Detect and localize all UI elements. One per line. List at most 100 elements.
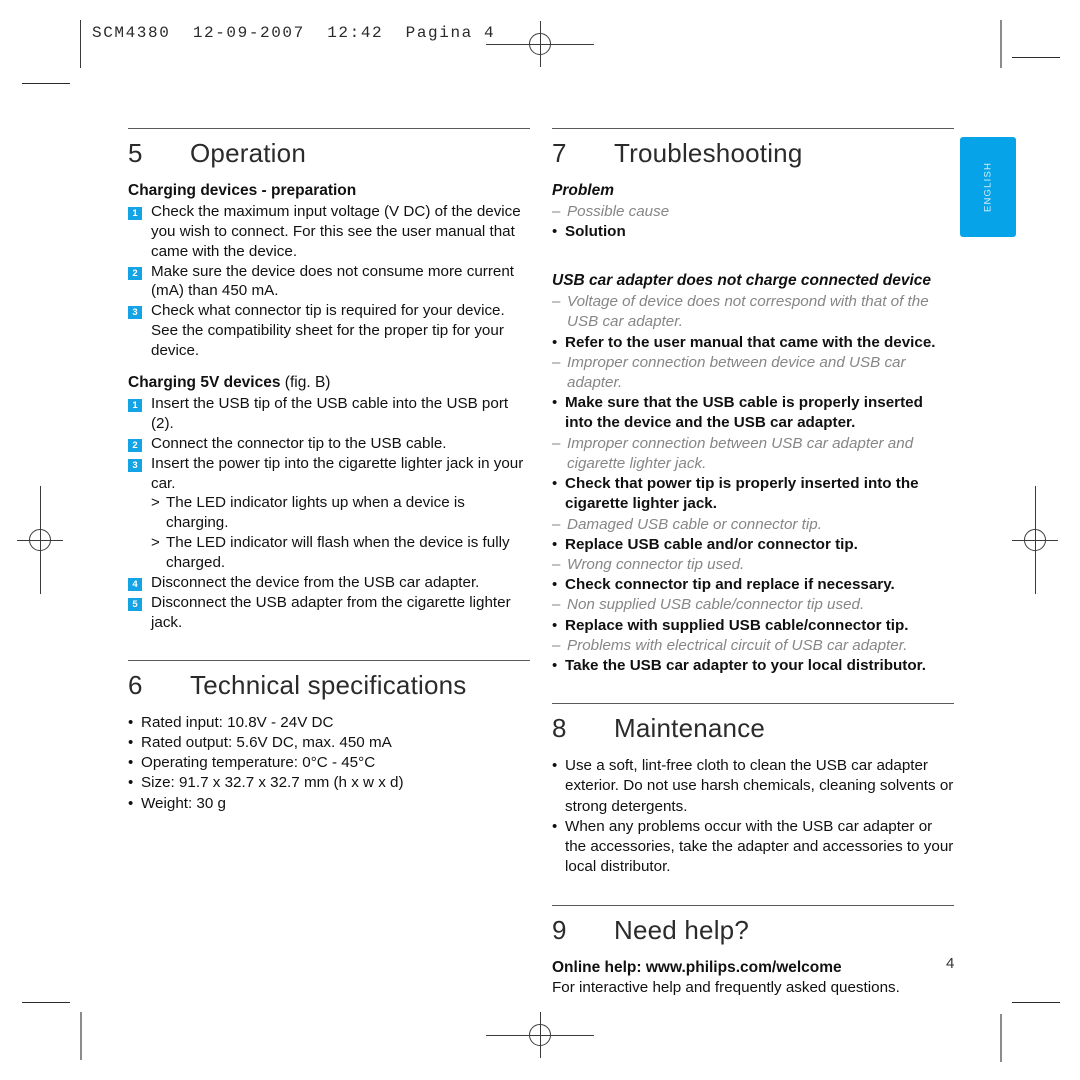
section-heading: 8 Maintenance xyxy=(552,713,954,744)
bullet-icon: • xyxy=(128,794,134,812)
solution-text: Make sure that the USB cable is properly… xyxy=(565,394,923,432)
trim-mark-top-left-horizontal xyxy=(22,83,70,84)
solution-item: • Replace with supplied USB cable/connec… xyxy=(552,616,954,636)
section-number: 5 xyxy=(128,138,143,168)
bullet-icon: • xyxy=(552,394,558,412)
online-help-heading[interactable]: Online help: www.philips.com/welcome xyxy=(552,958,954,978)
steps-preparation-list: 1 Check the maximum input voltage (V DC)… xyxy=(128,202,530,361)
bullet-icon: • xyxy=(552,817,558,835)
step-text: Check the maximum input voltage (V DC) o… xyxy=(151,202,521,260)
result-marker-icon: > xyxy=(151,494,160,512)
list-item: • Rated output: 5.6V DC, max. 450 mA xyxy=(128,733,530,753)
cause-text: Wrong connector tip used. xyxy=(567,555,745,573)
section-maintenance: 8 Maintenance • Use a soft, lint-free cl… xyxy=(552,703,954,877)
section-number: 7 xyxy=(552,138,567,168)
cause-text: Damaged USB cable or connector tip. xyxy=(567,515,822,533)
step-number-marker: 2 xyxy=(128,438,142,452)
left-column: 5 Operation Charging devices - preparati… xyxy=(128,128,530,814)
step-text: Disconnect the device from the USB car a… xyxy=(151,574,480,592)
language-tab-label: ENGLISH xyxy=(982,161,994,213)
result-marker-icon: > xyxy=(151,534,160,552)
spec-text: Rated output: 5.6V DC, max. 450 mA xyxy=(141,734,392,751)
list-item: 4 Disconnect the device from the USB car… xyxy=(128,573,530,593)
trim-mark-bottom-right-vertical xyxy=(1000,1014,1002,1062)
spec-text: Weight: 30 g xyxy=(141,794,226,812)
solution-text: Check that power tip is properly inserte… xyxy=(565,475,919,513)
dash-icon: – xyxy=(552,636,561,654)
section-number: 9 xyxy=(552,914,567,945)
step-number-marker: 2 xyxy=(128,266,142,280)
step-number-marker: 3 xyxy=(128,306,142,320)
bullet-icon: • xyxy=(552,616,558,634)
registration-mark-bottom xyxy=(486,1012,625,1058)
right-column: 7 Troubleshooting Problem – Possible cau… xyxy=(552,128,954,999)
section-operation: 5 Operation Charging devices - preparati… xyxy=(128,128,530,633)
solution-text: Take the USB car adapter to your local d… xyxy=(565,657,926,675)
dash-icon: – xyxy=(552,434,561,452)
spec-text: Size: 91.7 x 32.7 x 32.7 mm (h x w x d) xyxy=(141,774,404,792)
dash-icon: – xyxy=(552,515,561,533)
spec-text: Operating temperature: 0°C - 45°C xyxy=(141,754,376,772)
dash-icon: – xyxy=(552,202,561,220)
section-title: Need help? xyxy=(614,914,749,945)
section-divider xyxy=(552,904,954,906)
cause-item: – Wrong connector tip used. xyxy=(552,555,954,575)
cause-item: – Improper connection between device and… xyxy=(552,353,954,393)
solution-text: Refer to the user manual that came with … xyxy=(565,333,936,351)
list-item: 3 Check what connector tip is required f… xyxy=(128,301,530,361)
steps-disconnect-list: 4 Disconnect the device from the USB car… xyxy=(128,573,530,633)
step-number-marker: 1 xyxy=(128,206,142,220)
registration-mark-top xyxy=(486,21,625,67)
section-divider xyxy=(128,128,530,129)
bullet-icon: • xyxy=(552,475,558,493)
steps-5v-list: 1 Insert the USB tip of the USB cable in… xyxy=(128,394,530,494)
section-heading: 9 Need help? xyxy=(552,915,954,946)
solution-item: • Check that power tip is properly inser… xyxy=(552,474,954,514)
result-item: > The LED indicator lights up when a dev… xyxy=(151,493,530,533)
legend-cause: – Possible cause xyxy=(552,202,954,222)
subheading-figure-note: (fig. B) xyxy=(284,374,331,392)
list-item: • Rated input: 10.8V - 24V DC xyxy=(128,713,530,733)
cause-text: Voltage of device does not correspond wi… xyxy=(567,293,929,331)
step-text: Connect the connector tip to the USB cab… xyxy=(151,434,447,452)
slug-divider xyxy=(80,20,81,68)
solution-text: Check connector tip and replace if neces… xyxy=(565,576,895,594)
page-number: 4 xyxy=(946,955,955,972)
section-heading: 6 Technical specifications xyxy=(128,670,530,701)
section-title: Maintenance xyxy=(614,713,766,744)
legend-solution-label: Solution xyxy=(565,223,626,241)
bullet-icon: • xyxy=(128,774,134,792)
solution-item: • Check connector tip and replace if nec… xyxy=(552,575,954,595)
page-canvas: SCM4380 12-09-2007 12:42 Pagina 4 ENGLIS… xyxy=(0,0,1080,1080)
cause-item: – Improper connection between USB car ad… xyxy=(552,434,954,474)
list-item: 1 Check the maximum input voltage (V DC)… xyxy=(128,202,530,262)
maintenance-text: When any problems occur with the USB car… xyxy=(565,817,954,876)
list-item: • Weight: 30 g xyxy=(128,794,530,814)
cause-item: – Non supplied USB cable/connector tip u… xyxy=(552,595,954,615)
registration-mark-left xyxy=(17,486,63,625)
maintenance-list: • Use a soft, lint-free cloth to clean t… xyxy=(552,756,954,877)
section-title: Troubleshooting xyxy=(614,138,803,168)
online-help-description: For interactive help and frequently aske… xyxy=(552,979,900,997)
subheading-charging-5v: Charging 5V devices (fig. B) xyxy=(128,373,530,393)
step-text: Insert the USB tip of the USB cable into… xyxy=(151,394,509,432)
cause-text: Improper connection between USB car adap… xyxy=(567,434,914,472)
section-troubleshooting: 7 Troubleshooting Problem – Possible cau… xyxy=(552,128,954,676)
list-item: 2 Make sure the device does not consume … xyxy=(128,262,530,302)
slug-line: SCM4380 12-09-2007 12:42 Pagina 4 xyxy=(92,24,496,42)
cause-text: Non supplied USB cable/connector tip use… xyxy=(567,596,865,614)
step-number-marker: 4 xyxy=(128,578,142,592)
language-tab-english: ENGLISH xyxy=(960,137,1016,237)
list-item: • When any problems occur with the USB c… xyxy=(552,817,954,878)
solution-item: • Make sure that the USB cable is proper… xyxy=(552,393,954,433)
step-text: Insert the power tip into the cigarette … xyxy=(151,454,524,492)
maintenance-text: Use a soft, lint-free cloth to clean the… xyxy=(565,757,954,815)
section-technical-specifications: 6 Technical specifications • Rated input… xyxy=(128,659,530,814)
list-item: 5 Disconnect the USB adapter from the ci… xyxy=(128,593,530,633)
trim-mark-top-right-horizontal xyxy=(1012,57,1060,58)
section-divider xyxy=(552,703,954,705)
bullet-icon: • xyxy=(128,713,134,731)
list-item: • Operating temperature: 0°C - 45°C xyxy=(128,753,530,773)
